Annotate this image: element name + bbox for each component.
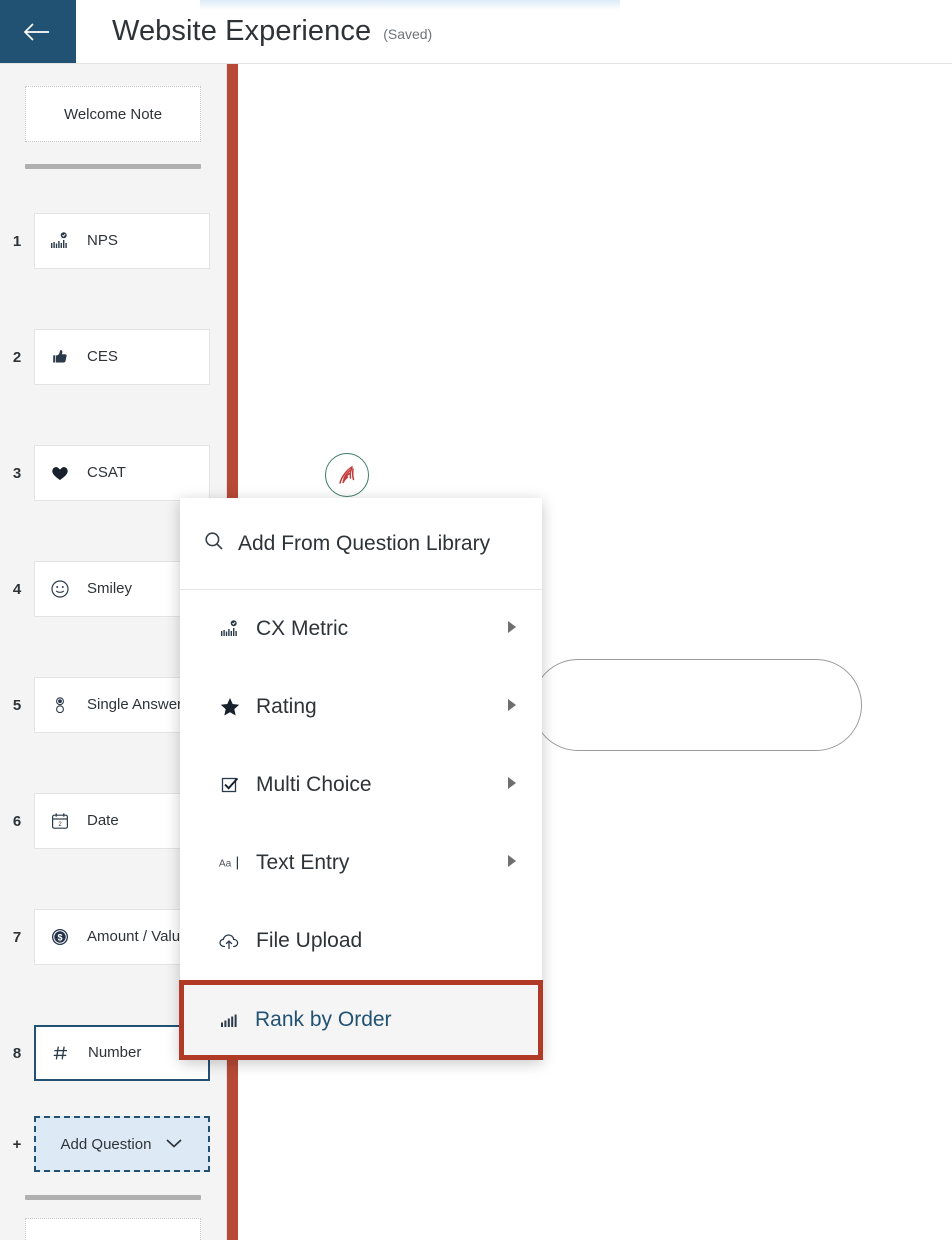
- sidebar-divider-bottom: [25, 1195, 201, 1200]
- cloud-upload-icon: [218, 931, 242, 951]
- svg-text:2: 2: [58, 822, 62, 828]
- saved-status: (Saved): [383, 25, 433, 42]
- question-row: 1 NPS: [0, 183, 226, 299]
- chevron-right-icon: [506, 620, 518, 639]
- arrow-left-icon: [23, 21, 53, 43]
- menu-item-rating[interactable]: Rating: [180, 668, 542, 746]
- chevron-right-icon: [506, 854, 518, 873]
- nps-bar-chart-icon: [49, 231, 71, 251]
- menu-item-label: Rating: [256, 695, 317, 718]
- search-icon: [204, 531, 224, 556]
- question-number: 2: [12, 348, 22, 366]
- menu-item-label: Rank by Order: [255, 1008, 392, 1031]
- add-from-question-library-item[interactable]: Add From Question Library: [180, 498, 542, 590]
- thumbs-up-icon: [49, 347, 71, 367]
- add-question-label: Add Question: [60, 1135, 152, 1153]
- question-label: Number: [88, 1043, 142, 1061]
- add-question-row: + Add Question: [0, 1111, 226, 1177]
- smiley-face-icon: [49, 579, 71, 599]
- menu-item-label: CX Metric: [256, 617, 349, 640]
- svg-text:$: $: [57, 932, 62, 942]
- question-label: CSAT: [87, 463, 126, 481]
- heart-icon: [49, 463, 71, 483]
- question-label: Smiley: [87, 579, 133, 597]
- nps-bar-chart-icon: [218, 619, 242, 639]
- sidebar-divider-top: [25, 164, 201, 169]
- back-button[interactable]: [0, 0, 76, 63]
- star-icon: [218, 696, 242, 718]
- feather-leaf-logo-icon: [325, 453, 369, 497]
- add-question-button[interactable]: Add Question: [34, 1116, 210, 1172]
- menu-item-multi-choice[interactable]: Multi Choice: [180, 746, 542, 824]
- question-label: NPS: [87, 231, 118, 249]
- question-card-csat[interactable]: CSAT: [34, 445, 210, 501]
- checkbox-checked-icon: [218, 775, 242, 795]
- menu-item-file-upload[interactable]: File Upload: [180, 902, 542, 980]
- page-title: Website Experience: [112, 15, 372, 47]
- question-label: CES: [87, 347, 118, 365]
- menu-item-label: Text Entry: [256, 851, 350, 874]
- question-number: 3: [12, 464, 22, 482]
- welcome-note-label: Welcome Note: [63, 105, 163, 123]
- header-title-group: Website Experience (Saved): [76, 0, 432, 63]
- menu-item-label: File Upload: [256, 929, 363, 952]
- app-header: Website Experience (Saved): [0, 0, 952, 64]
- svg-text:Aa: Aa: [219, 859, 232, 870]
- question-card-ces[interactable]: CES: [34, 329, 210, 385]
- chevron-right-icon: [506, 776, 518, 795]
- question-number: 8: [12, 1044, 22, 1062]
- question-input-pill[interactable]: [532, 659, 862, 751]
- thank-you-note-card[interactable]: Thank You Note: [25, 1218, 201, 1240]
- question-label: Amount / Value: [87, 927, 189, 945]
- menu-item-label: Multi Choice: [256, 773, 372, 796]
- menu-item-rank-by-order[interactable]: Rank by Order: [179, 980, 543, 1060]
- menu-item-text-entry[interactable]: Aa Text Entry: [180, 824, 542, 902]
- chevron-right-icon: [506, 698, 518, 717]
- question-row: 2 CES: [0, 299, 226, 415]
- add-from-question-library-label: Add From Question Library: [238, 531, 491, 555]
- question-card-nps[interactable]: NPS: [34, 213, 210, 269]
- welcome-note-card[interactable]: Welcome Note: [25, 86, 201, 142]
- text-cursor-icon: Aa: [218, 853, 242, 873]
- question-number: 6: [12, 812, 22, 830]
- question-label: Single Answer: [87, 695, 183, 713]
- coin-dollar-icon: $: [49, 927, 71, 947]
- add-question-marker: +: [12, 1135, 22, 1153]
- question-number: 5: [12, 696, 22, 714]
- menu-item-cx-metric[interactable]: CX Metric: [180, 590, 542, 668]
- radio-button-icon: [49, 695, 71, 715]
- add-question-dropdown-menu: Add From Question Library CX Metric Rati…: [179, 498, 543, 1060]
- app-root: Website Experience (Saved) Welcome Note …: [0, 0, 952, 1240]
- question-number: 7: [12, 928, 22, 946]
- chevron-down-icon: [165, 1136, 183, 1153]
- hash-icon: [50, 1043, 72, 1063]
- question-label: Date: [87, 811, 119, 829]
- question-number: 4: [12, 580, 22, 598]
- bar-ascending-icon: [217, 1010, 241, 1030]
- question-number: 1: [12, 232, 22, 250]
- calendar-icon: 2: [49, 811, 71, 831]
